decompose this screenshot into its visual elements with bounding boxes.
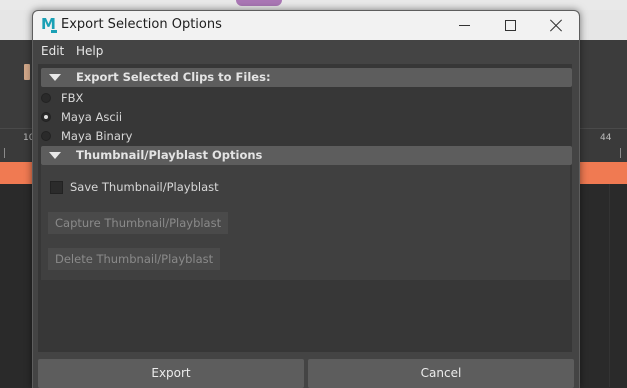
menu-help[interactable]: Help — [76, 44, 103, 58]
time-ruler-label-right: 44 — [600, 133, 612, 143]
section-title-export: Export Selected Clips to Files: — [76, 70, 271, 84]
host-app-tab-indicator — [236, 0, 282, 6]
dialog-content: Export Selected Clips to Files: FBX Maya… — [38, 64, 572, 352]
host-app-titlebar — [0, 0, 627, 10]
minimize-icon — [458, 25, 470, 26]
cancel-button[interactable]: Cancel — [308, 359, 574, 388]
capture-thumbnail-button[interactable]: Capture Thumbnail/Playblast — [48, 212, 229, 234]
radio-button-selected-icon[interactable] — [41, 112, 51, 122]
dialog-title: Export Selection Options — [61, 17, 222, 32]
maya-app-icon: M — [41, 15, 57, 33]
delete-thumbnail-button[interactable]: Delete Thumbnail/Playblast — [48, 248, 221, 270]
time-ruler-tick — [4, 148, 5, 158]
collapse-triangle-icon — [49, 152, 61, 159]
section-header-export[interactable]: Export Selected Clips to Files: — [41, 68, 572, 87]
host-app-tool-icon — [24, 64, 30, 80]
menu-edit[interactable]: Edit — [41, 44, 64, 58]
radio-button-icon[interactable] — [41, 93, 51, 103]
section-title-thumbnail: Thumbnail/Playblast Options — [76, 148, 263, 162]
save-thumbnail-label: Save Thumbnail/Playblast — [70, 180, 219, 194]
maximize-button[interactable] — [487, 11, 533, 40]
maximize-icon — [504, 20, 516, 31]
export-selection-options-dialog: M Export Selection Options Edit Help Exp… — [32, 10, 580, 388]
radio-label-maya-ascii: Maya Ascii — [61, 110, 123, 124]
collapse-triangle-icon — [49, 74, 61, 81]
export-button[interactable]: Export — [38, 359, 304, 388]
close-button[interactable] — [533, 11, 579, 40]
radio-button-icon[interactable] — [41, 131, 51, 141]
section-header-thumbnail[interactable]: Thumbnail/Playblast Options — [41, 146, 572, 165]
time-ruler-tick — [620, 148, 621, 158]
dialog-titlebar[interactable]: M Export Selection Options — [33, 11, 579, 40]
radio-label-fbx: FBX — [61, 91, 84, 105]
menubar: Edit Help — [33, 40, 579, 62]
save-thumbnail-checkbox[interactable] — [50, 181, 63, 194]
radio-label-maya-binary: Maya Binary — [61, 129, 133, 143]
close-icon — [550, 20, 562, 32]
minimize-button[interactable] — [441, 11, 487, 40]
thumbnail-options-panel: Save Thumbnail/Playblast Capture Thumbna… — [41, 165, 570, 280]
